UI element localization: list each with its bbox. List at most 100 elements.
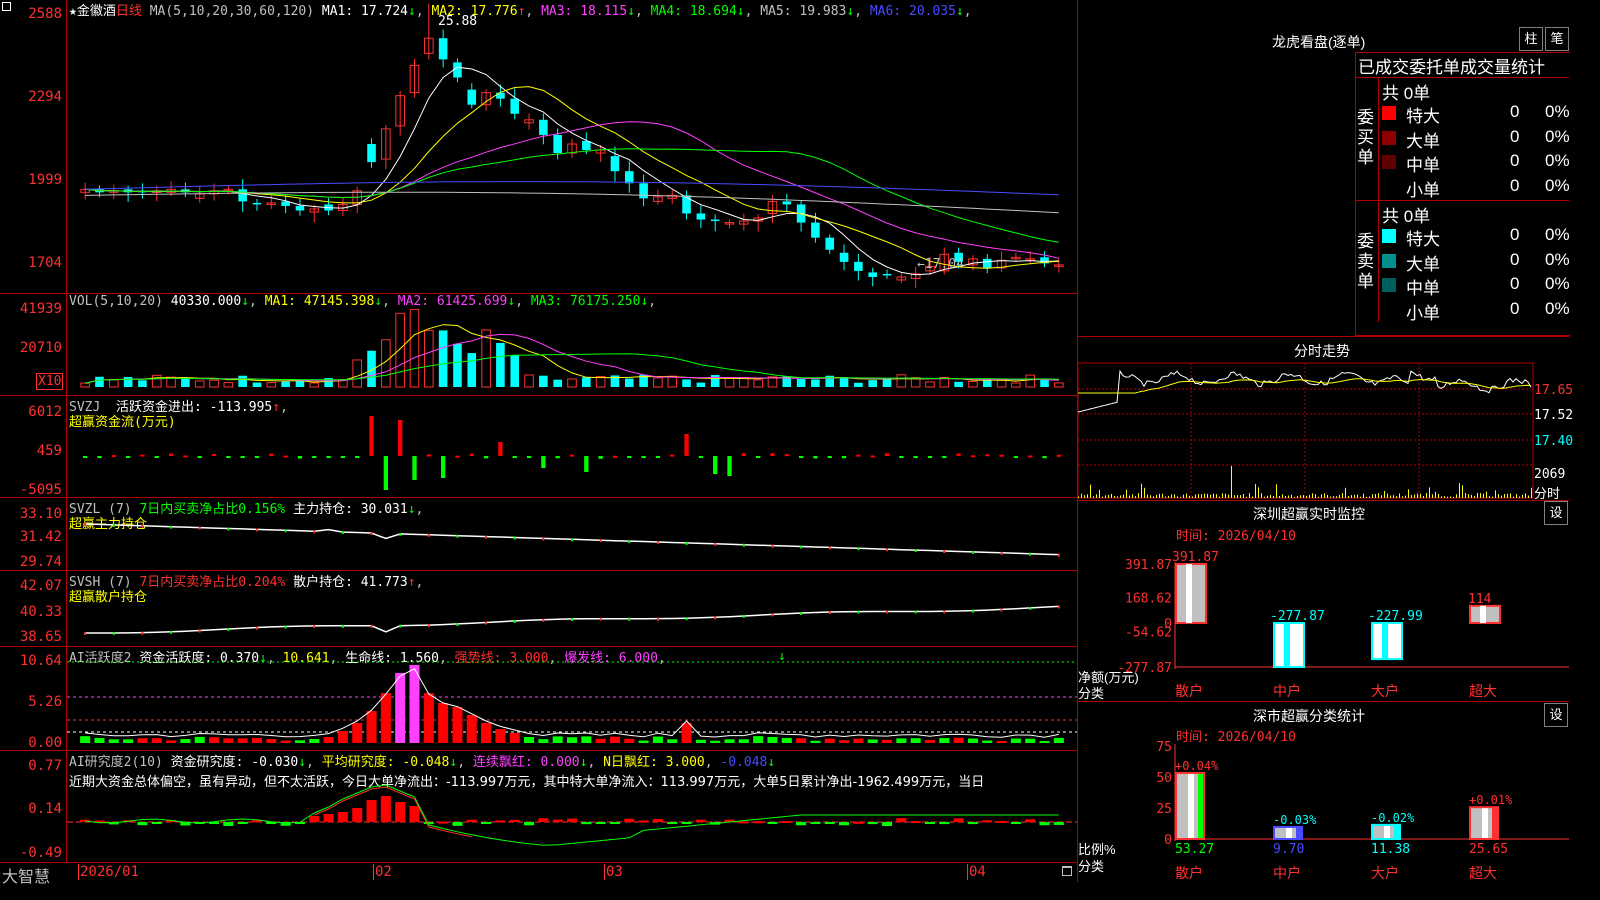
volume-bar-down [453, 343, 462, 387]
monitor-category-label: 大户 [1371, 683, 1399, 699]
activity-bar [237, 738, 248, 743]
bar-mode-button[interactable]: 柱 [1519, 27, 1543, 51]
volume-bar-up [896, 374, 907, 388]
svzl-pane[interactable]: 33.10 31.42 29.74 SVZL (7) 7日内买卖净占比0.156… [0, 498, 1077, 571]
intraday-vol-bar [1522, 494, 1523, 498]
intraday-vol-unit: 分时 [1534, 486, 1561, 501]
intraday-vol-bar [1225, 493, 1226, 498]
fund-flow-chart[interactable] [0, 396, 1077, 497]
fund-flow-bar [670, 454, 675, 457]
fund-flow-bar [813, 456, 818, 459]
activity-bar [337, 731, 348, 743]
volume-bar-up [653, 377, 663, 388]
monitor-bar-stripe [1284, 623, 1290, 667]
volume-bar-up [567, 378, 577, 388]
intraday-vol-bar [1219, 496, 1220, 498]
fund-flow-bar [526, 456, 532, 458]
volume-pane[interactable]: 41939 20710 X10 VOL(5,10,20) 40330.000↓,… [0, 294, 1077, 396]
svzj-pane[interactable]: 6012 459 -5095 SVZJ 活跃资金进出: -113.995↑, 超… [0, 396, 1077, 498]
intraday-vol-bar [1441, 496, 1442, 498]
ai-research-pane[interactable]: 0.77 0.14 -0.49 AI研究度2(10) 资金研究度: -0.030… [0, 751, 1077, 863]
intraday-panel[interactable]: 分时走势 17.65 17.52 17.40 2069 分时 [1077, 337, 1573, 501]
volume-bar-up [1054, 382, 1064, 388]
volume-bar-down [710, 374, 720, 387]
classify-y-label: 25 [1156, 802, 1172, 817]
monitor-panel[interactable]: 深圳超赢实时监控 设 时间: 2026/04/10 391.87 168.62 0-… [1077, 501, 1569, 702]
candle-down [982, 258, 992, 268]
intraday-vol-bar [1369, 496, 1370, 498]
ratio-chart[interactable]: 75 50 25 0 +0.04% 53.27 散户 -0.03% 9.70 中户 -0.02% 11… [1078, 702, 1569, 882]
volume-bar-down [882, 379, 892, 387]
candle-down [467, 89, 477, 105]
order-row: 特大 0 0% [1382, 102, 1570, 126]
price-pane[interactable]: 2588 2294 1999 1704 ★金徽酒日线 MA(5,10,20,30… [0, 0, 1077, 294]
intraday-vol-bar [1195, 494, 1196, 498]
lock-icon[interactable] [1062, 866, 1072, 876]
volume-bar-up [352, 359, 363, 388]
volume-bar-down [811, 379, 820, 387]
candle-down [610, 156, 620, 172]
intraday-vol-bar [1204, 493, 1205, 498]
classify-bar-highlight [1286, 826, 1292, 839]
classify-panel[interactable]: 深市超赢分类统计 设 时间: 2026/04/10 75 50 25 0 +0.04% 5… [1077, 702, 1569, 882]
tick-mode-button[interactable]: 笔 [1545, 27, 1569, 51]
volume-bar-down [123, 376, 133, 387]
volume-chart[interactable] [0, 294, 1077, 395]
svsh-pane[interactable]: 42.07 40.33 38.65 SVSH (7) 7日内买卖净占比0.204… [0, 571, 1077, 647]
research-bar [538, 818, 549, 822]
volume-bar-down [138, 380, 147, 387]
intraday-vol-bar [1252, 496, 1253, 498]
fund-flow-bar [927, 456, 933, 458]
fund-flow-bar [870, 455, 875, 458]
activity-bar [452, 707, 463, 743]
classify-xlabel: 分类 [1078, 859, 1105, 874]
research-bar [910, 821, 921, 824]
order-count: 0 [1510, 126, 1520, 146]
retail-holding-chart[interactable] [0, 571, 1077, 646]
volume-bar-up [409, 309, 420, 388]
intraday-vol-bar [1507, 493, 1508, 498]
intraday-vol-bar [1531, 487, 1532, 498]
research-chart[interactable] [0, 751, 1077, 862]
intraday-vol-bar [1162, 493, 1163, 498]
fund-flow-bar [913, 456, 918, 458]
intraday-chart[interactable] [1078, 337, 1569, 500]
intraday-vol-bar [1309, 495, 1310, 498]
main-holding-chart[interactable] [0, 498, 1077, 570]
intraday-vol-bar [1411, 495, 1412, 498]
volume-bar-down [510, 355, 520, 387]
research-bar [695, 819, 706, 822]
intraday-y-label: 17.40 [1534, 434, 1574, 449]
activity-bar [294, 740, 305, 743]
intraday-vol-bar [1159, 493, 1160, 498]
ai-active-pane[interactable]: 10.64 5.26 0.00 AI活跃度2 资金活跃度: 0.370↓, 10… [0, 647, 1077, 751]
fund-flow-bar [440, 456, 446, 478]
fund-flow-bar [383, 456, 389, 490]
volume-bar-down [796, 378, 806, 387]
intraday-vol-bar [1456, 494, 1457, 498]
classify-value-label: 53.27 [1175, 842, 1214, 857]
research-bar [810, 822, 821, 824]
activity-chart[interactable]: ↓ [0, 647, 1077, 750]
intraday-vol-bar [1207, 493, 1208, 498]
monitor-value-label: -227.99 [1368, 609, 1423, 624]
activity-bar [652, 736, 663, 743]
intraday-vol-bar [1339, 494, 1340, 498]
activity-bar [509, 733, 520, 743]
research-bar [781, 820, 792, 823]
intraday-vol-bar [1459, 483, 1460, 498]
intraday-vol-bar [1465, 493, 1466, 498]
fund-flow-bar [598, 456, 603, 459]
intraday-vol-bar [1183, 494, 1184, 498]
activity-bar [882, 739, 893, 743]
fund-flow-bar [698, 456, 704, 458]
intraday-vol-bar [1387, 493, 1388, 498]
intraday-vol-bar [1519, 496, 1520, 498]
candlestick-chart[interactable] [0, 0, 1077, 293]
volume-bar-down [467, 353, 477, 387]
ma-line [85, 86, 1059, 269]
order-type: 中单 [1406, 279, 1440, 298]
intraday-vol-bar [1384, 490, 1385, 498]
color-swatch [1382, 253, 1396, 268]
net-amount-chart[interactable]: 391.87168.620-54.62-277.87391.87散户-277.8… [1078, 501, 1569, 701]
